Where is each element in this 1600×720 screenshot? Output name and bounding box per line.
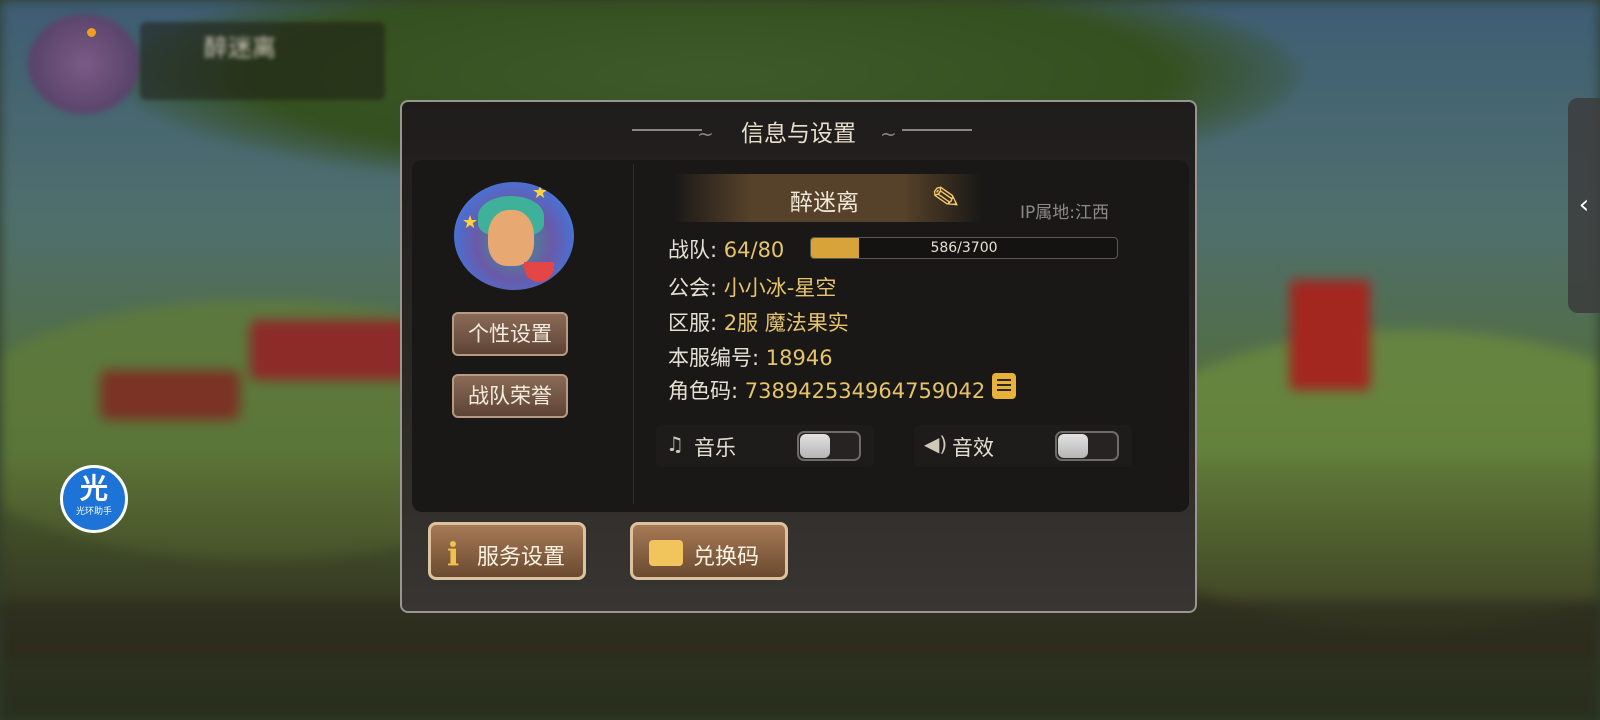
hud-player-avatar[interactable]	[28, 14, 140, 114]
server-row: 区服: 2服 魔法果实	[668, 307, 849, 337]
speaker-icon: ◀)	[924, 432, 948, 456]
music-label: 音乐	[694, 436, 736, 460]
music-toggle[interactable]	[797, 431, 861, 461]
team-honor-button[interactable]: 战队荣誉	[452, 374, 568, 418]
side-panel-tab[interactable]: ‹	[1568, 98, 1600, 313]
toggle-knob	[1058, 434, 1088, 458]
sound-toggle[interactable]	[1055, 431, 1119, 461]
service-settings-label: 服务设置	[477, 545, 566, 570]
star-icon: ★	[532, 182, 549, 203]
helper-label: 光环助手	[75, 507, 112, 517]
helper-icon: 光	[79, 472, 108, 505]
chevron-left-icon: ‹	[1578, 190, 1590, 220]
role-code-row: 角色码: 738942534964759042	[668, 375, 985, 405]
ticket-icon	[649, 535, 683, 572]
notification-dot	[87, 28, 96, 37]
ornament-swirl-icon: ~	[880, 122, 897, 146]
helper-assistant-button[interactable]: 光 光环助手	[60, 465, 128, 533]
ip-location: IP属地:江西	[1020, 203, 1109, 223]
info-settings-dialog: ~ 信息与设置 ~ ★ ★ 个性设置 战队荣誉 醉迷离 ✎ IP属地:江西 战队…	[400, 100, 1197, 613]
avatar-face	[488, 210, 534, 266]
team-value: 64/80	[723, 238, 785, 262]
server-number-label: 本服编号:	[668, 346, 760, 370]
redeem-code-button[interactable]: 兑换码	[630, 522, 788, 580]
server-value: 2服 魔法果实	[723, 311, 849, 335]
title-ornament-right	[902, 129, 972, 131]
team-xp-text: 586/3700	[930, 240, 998, 256]
personal-settings-button[interactable]: 个性设置	[452, 312, 568, 356]
server-number-row: 本服编号: 18946	[668, 342, 833, 372]
hud-player-name-panel: 醉迷离	[140, 22, 385, 100]
role-code-value: 738942534964759042	[744, 379, 986, 403]
music-note-icon: ♫	[666, 432, 684, 456]
divider	[633, 164, 634, 504]
player-name: 醉迷离	[790, 190, 859, 216]
role-code-label: 角色码:	[668, 379, 739, 403]
sound-setting: ◀) 音效	[914, 425, 1132, 467]
music-setting: ♫ 音乐	[656, 425, 874, 467]
hud-player-name: 醉迷离	[204, 34, 276, 62]
dialog-title: 信息与设置	[741, 121, 856, 147]
toggle-knob	[800, 434, 830, 458]
redeem-code-label: 兑换码	[693, 545, 760, 570]
guild-row: 公会: 小小冰-星空	[668, 272, 836, 302]
service-settings-button[interactable]: i 服务设置	[428, 522, 586, 580]
sound-label: 音效	[952, 436, 994, 460]
watermelon-icon	[524, 262, 554, 282]
team-row: 战队: 64/80	[668, 234, 784, 264]
guild-value: 小小冰-星空	[723, 276, 837, 300]
copy-icon[interactable]	[992, 373, 1016, 399]
server-number-value: 18946	[765, 346, 833, 370]
server-label: 区服:	[668, 311, 718, 335]
team-xp-bar: 586/3700	[810, 237, 1118, 259]
star-icon: ★	[462, 212, 479, 233]
guild-label: 公会:	[668, 276, 718, 300]
team-label: 战队:	[668, 238, 718, 262]
info-icon: i	[447, 535, 460, 573]
player-avatar[interactable]: ★ ★	[454, 182, 574, 290]
